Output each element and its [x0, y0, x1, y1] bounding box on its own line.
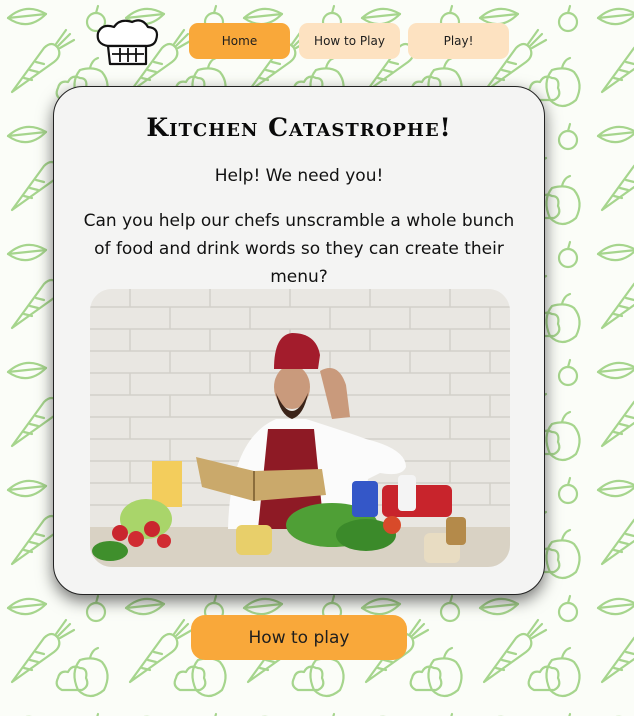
subtitle: Help! We need you! [214, 166, 384, 186]
nav-play-button[interactable]: Play! [408, 23, 509, 59]
chef-hat-icon[interactable] [94, 18, 160, 68]
how-to-play-button[interactable]: How to play [191, 615, 407, 660]
intro-text: Can you help our chefs unscramble a whol… [83, 211, 515, 287]
chef-photo [90, 289, 510, 567]
intro-card: Kitchen Catastrophe! Help! We need you! … [53, 86, 545, 595]
page-title: Kitchen Catastrophe! [146, 113, 452, 142]
nav-how-to-play-button[interactable]: How to Play [299, 23, 400, 59]
nav-home-button[interactable]: Home [189, 23, 290, 59]
